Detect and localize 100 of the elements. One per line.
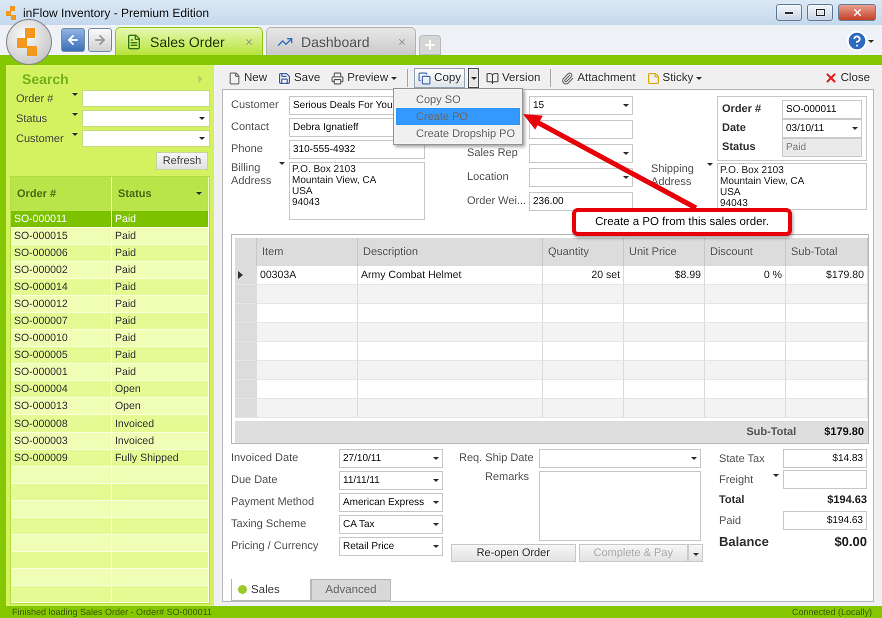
- select-field[interactable]: CA Tax: [339, 515, 443, 534]
- dropdown-caret-icon[interactable]: [279, 162, 285, 165]
- action-button[interactable]: Re-open Order: [451, 544, 576, 562]
- split-dropdown-button[interactable]: [468, 68, 479, 88]
- date-field[interactable]: [539, 449, 701, 468]
- dropdown-caret-icon: [433, 457, 439, 460]
- dropdown-button[interactable]: [688, 544, 704, 562]
- toolbar-button[interactable]: New: [224, 68, 272, 88]
- order-row[interactable]: SO-000008 Invoiced: [11, 415, 209, 433]
- table-cell: 20 set: [543, 266, 624, 285]
- order-row[interactable]: SO-000012 Paid: [11, 296, 209, 314]
- help-button[interactable]: [846, 30, 874, 52]
- section-tab[interactable]: Sales: [231, 579, 311, 601]
- table-cell: Paid: [112, 278, 209, 296]
- close-button[interactable]: [838, 4, 876, 21]
- field-label: Order #: [722, 102, 762, 116]
- close-tab-icon[interactable]: [244, 36, 254, 46]
- field-label: Billing Address: [231, 162, 272, 188]
- field-label: Status: [722, 140, 757, 154]
- text-field[interactable]: SO-000011: [782, 100, 862, 119]
- toolbar-button[interactable]: Save: [274, 68, 324, 88]
- amount-field[interactable]: [783, 470, 867, 489]
- dropdown-caret-icon[interactable]: [773, 474, 779, 476]
- close-tab-icon[interactable]: [397, 36, 407, 46]
- field-label: Taxing Scheme: [231, 518, 308, 532]
- status-message: Finished loading Sales Order - Order# SO-000011: [12, 607, 212, 617]
- document-tab[interactable]: Sales Order: [115, 27, 263, 55]
- order-row[interactable]: SO-000001 Paid: [11, 364, 209, 382]
- row-header: [235, 361, 257, 380]
- table-cell: Paid: [112, 244, 209, 261]
- table-cell: SO-000005: [11, 347, 112, 364]
- filter-input[interactable]: [82, 90, 210, 107]
- maximize-button[interactable]: [807, 4, 833, 21]
- select-field[interactable]: American Express: [339, 493, 443, 512]
- back-button[interactable]: [61, 28, 85, 52]
- table-cell: SO-000002: [11, 262, 112, 278]
- filter-label: Order #: [16, 92, 54, 104]
- table-cell: SO-000010: [11, 330, 112, 346]
- column-header[interactable]: Description: [358, 238, 543, 266]
- toolbar-button[interactable]: Sticky: [642, 68, 706, 88]
- dropdown-caret-icon: [391, 76, 398, 80]
- order-row[interactable]: SO-000006 Paid: [11, 244, 209, 262]
- column-header[interactable]: Quantity: [543, 238, 624, 266]
- amount-field[interactable]: $14.83: [783, 449, 867, 468]
- order-row[interactable]: SO-000003 Invoiced: [11, 432, 209, 450]
- dropdown-caret-icon: [696, 76, 702, 80]
- date-field[interactable]: 03/10/11: [782, 119, 862, 138]
- order-row[interactable]: SO-000005 Paid: [11, 347, 209, 364]
- table-cell: Paid: [112, 364, 209, 380]
- column-header[interactable]: Unit Price: [624, 238, 705, 266]
- field-label: Due Date: [231, 474, 278, 488]
- column-header[interactable]: Sub-Total: [786, 238, 868, 266]
- table-cell: SO-000004: [11, 381, 112, 398]
- dropdown-caret-icon[interactable]: [72, 92, 78, 96]
- refresh-button[interactable]: Refresh: [156, 152, 208, 170]
- total-label: State Tax: [719, 452, 766, 464]
- minimize-button[interactable]: [776, 4, 802, 21]
- select-field[interactable]: [529, 144, 633, 163]
- plus-icon: [423, 38, 437, 52]
- select-field[interactable]: 27/10/11: [339, 449, 443, 468]
- close-button[interactable]: Close: [820, 68, 874, 88]
- select-field[interactable]: 11/11/11: [339, 471, 443, 490]
- remarks-field[interactable]: [539, 471, 701, 541]
- dropdown-caret-icon[interactable]: [72, 132, 78, 136]
- text-field[interactable]: 236.00: [529, 192, 633, 211]
- select-field[interactable]: Retail Price: [339, 537, 443, 556]
- select-field[interactable]: [529, 168, 633, 187]
- address-field[interactable]: P.O. Box 2103 Mountain View, CA USA 94043: [717, 163, 867, 210]
- field-label: Remarks: [484, 471, 530, 484]
- column-header[interactable]: Discount: [705, 238, 786, 266]
- order-row[interactable]: SO-000015 Paid: [11, 228, 209, 245]
- subtotal-label: Sub-Total: [746, 426, 796, 438]
- toolbar-button[interactable]: Preview: [327, 68, 402, 88]
- table-cell: 00303A: [257, 266, 358, 285]
- row-header: [235, 304, 257, 323]
- dropdown-caret-icon[interactable]: [72, 112, 78, 116]
- table-cell: SO-000001: [11, 364, 112, 380]
- order-row[interactable]: SO-000010 Paid: [11, 330, 209, 348]
- search-title: Search: [22, 71, 69, 87]
- amount-field[interactable]: $194.63: [783, 511, 867, 530]
- address-field[interactable]: P.O. Box 2103 Mountain View, CA USA 94043: [289, 162, 425, 220]
- toolbar-button[interactable]: Attachment: [557, 68, 640, 88]
- order-row[interactable]: SO-000004 Open: [11, 381, 209, 398]
- document-tab[interactable]: Dashboard: [266, 27, 416, 55]
- printer-icon: [331, 72, 344, 84]
- select-field[interactable]: 15: [529, 96, 633, 115]
- order-row[interactable]: SO-000009 Fully Shipped: [11, 450, 209, 467]
- toolbar-button[interactable]: Copy: [414, 68, 465, 88]
- order-row[interactable]: SO-000014 Paid: [11, 278, 209, 296]
- table-cell: $179.80: [786, 266, 868, 285]
- order-row[interactable]: SO-000002 Paid: [11, 262, 209, 279]
- order-row[interactable]: SO-000007 Paid: [11, 313, 209, 330]
- toolbar-button[interactable]: Version: [482, 68, 544, 88]
- order-row[interactable]: SO-000013 Open: [11, 398, 209, 416]
- text-field[interactable]: 310-555-4932: [289, 140, 425, 159]
- total-label: Balance: [719, 534, 770, 548]
- column-header[interactable]: Item: [257, 238, 358, 266]
- dropdown-caret-icon[interactable]: [707, 163, 713, 166]
- section-tab[interactable]: Advanced: [311, 579, 391, 601]
- forward-button[interactable]: [88, 28, 112, 52]
